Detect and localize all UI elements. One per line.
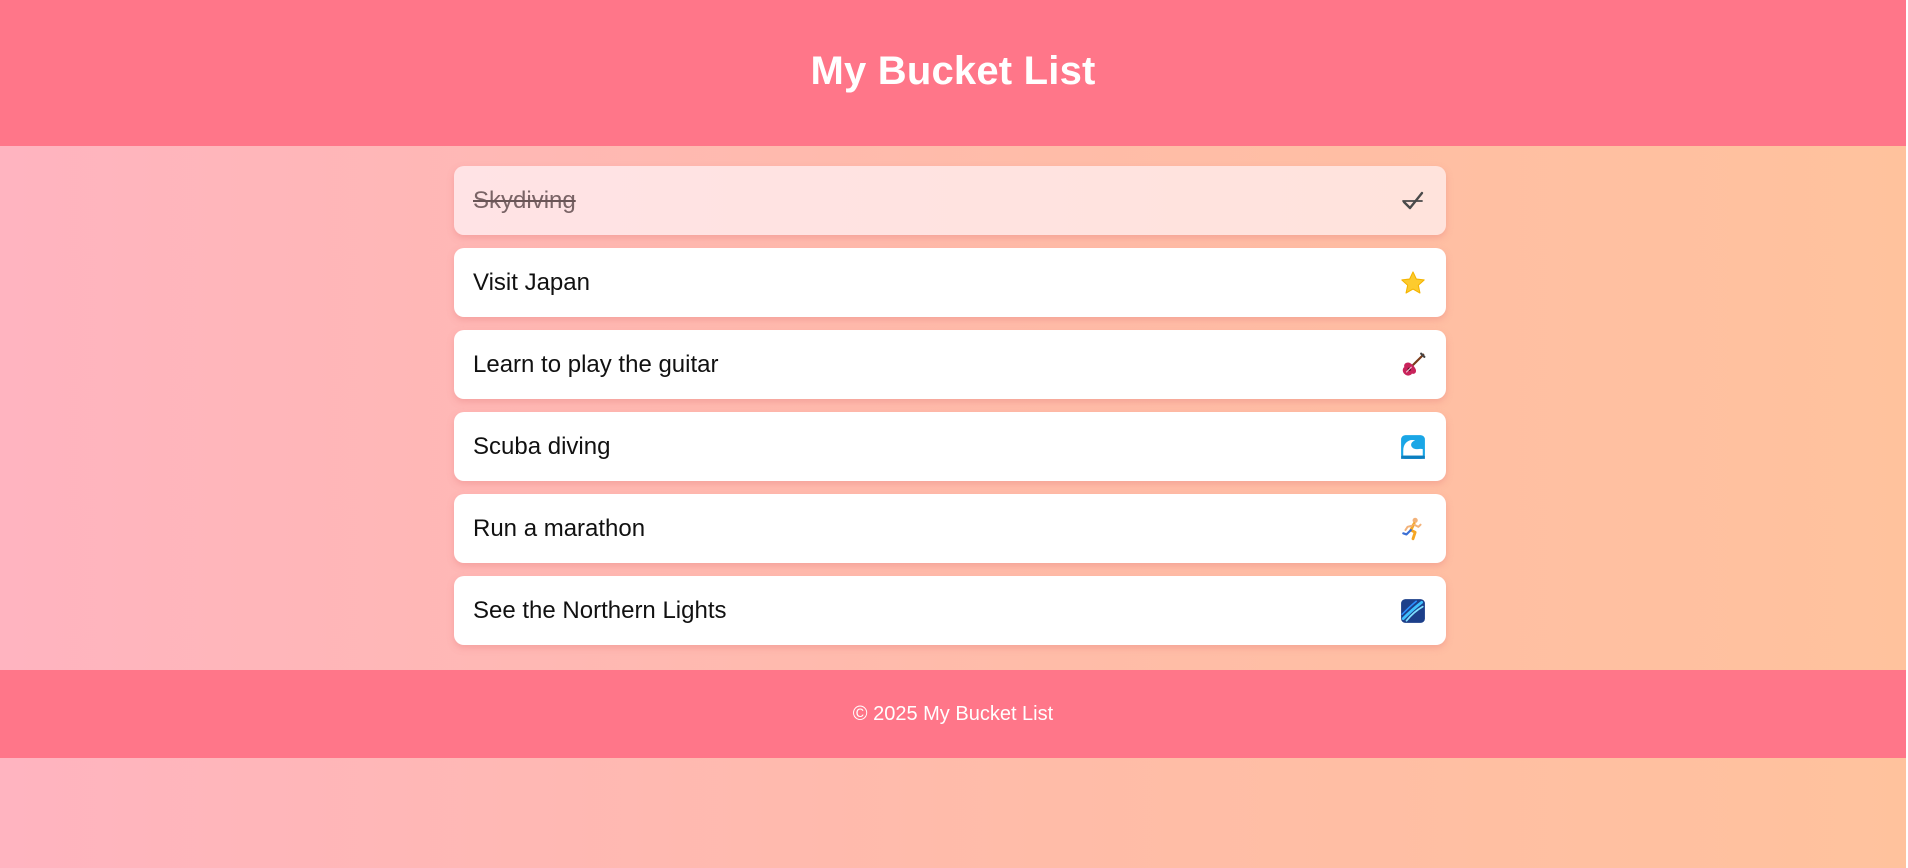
bucket-item-label: Scuba diving [473,432,611,460]
guitar-icon [1400,352,1426,378]
bucket-item-marathon[interactable]: Run a marathon [454,494,1446,563]
page-title: My Bucket List [810,48,1096,93]
bucket-item-label: Skydiving [473,186,576,214]
bucket-item-visit-japan[interactable]: Visit Japan [454,248,1446,317]
bucket-item-scuba[interactable]: Scuba diving [454,412,1446,481]
wave-icon [1400,434,1426,460]
bucket-item-label: Learn to play the guitar [473,350,719,378]
app-header: My Bucket List [0,0,1906,146]
bucket-item-label: Visit Japan [473,268,590,296]
bucket-item-skydiving[interactable]: Skydiving [454,166,1446,235]
bucket-item-guitar[interactable]: Learn to play the guitar [454,330,1446,399]
bucket-item-label: See the Northern Lights [473,596,727,624]
star-icon [1400,270,1426,296]
footer-copyright: © 2025 My Bucket List [852,702,1054,725]
bucket-item-northern-lights[interactable]: See the Northern Lights [454,576,1446,645]
bucket-list: Skydiving Visit Japan Learn to play the … [454,166,1446,658]
bucket-item-label: Run a marathon [473,514,646,542]
check-mark-icon [1400,188,1426,214]
runner-icon [1400,516,1426,542]
aurora-icon [1400,598,1426,624]
app-footer: © 2025 My Bucket List [0,670,1906,758]
page: My Bucket List Skydiving Visit Japan Lea… [0,0,1906,868]
